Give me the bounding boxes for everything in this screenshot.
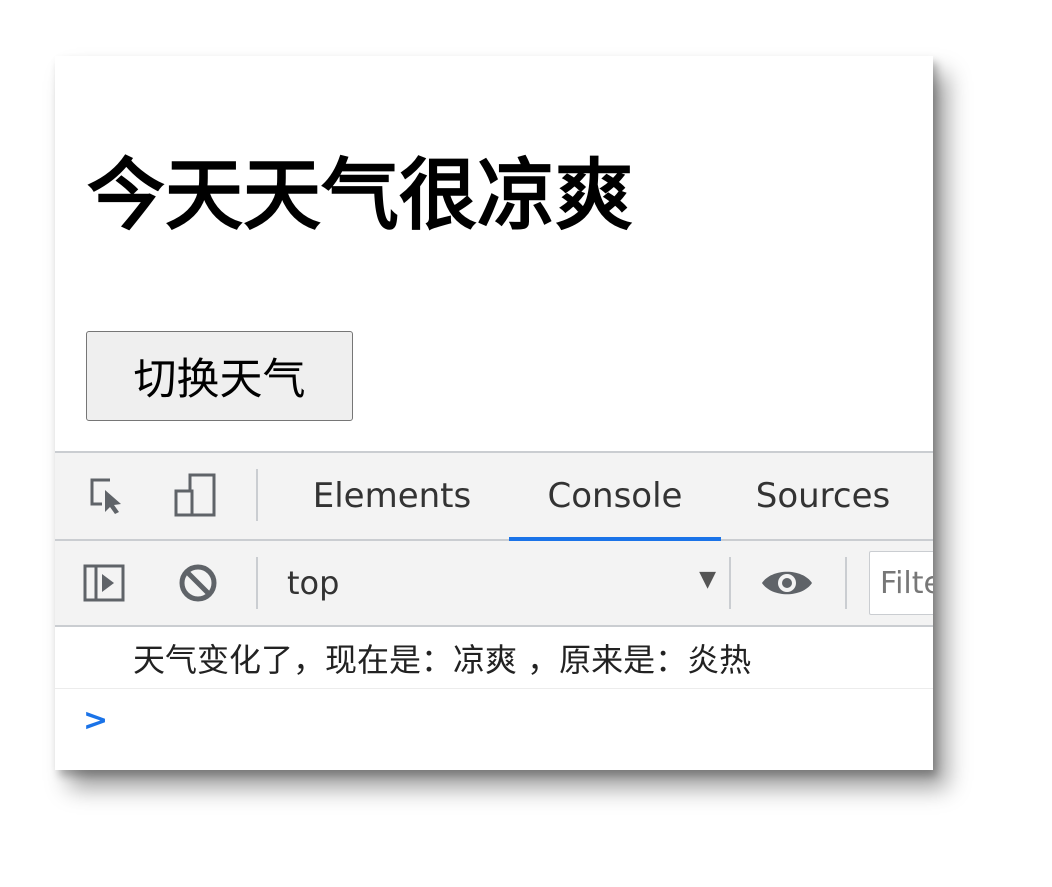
page-heading: 今天天气很凉爽 [87, 151, 634, 241]
console-log-message: 天气变化了，现在是：凉爽 ，原来是：炎热 [55, 627, 933, 689]
toggle-weather-button[interactable]: 切换天气 [86, 331, 353, 421]
tab-sources[interactable]: Sources [743, 453, 903, 539]
toolbar-separator-2 [729, 557, 731, 609]
devtools-panel: Elements Console Sources top ▼ Filter 天气… [55, 451, 933, 770]
toolbar-separator-3 [845, 557, 847, 609]
clear-console-icon[interactable] [173, 559, 223, 607]
tab-console[interactable]: Console [509, 453, 721, 541]
live-expression-eye-icon[interactable] [755, 559, 819, 607]
console-filter-input[interactable] [869, 551, 933, 615]
console-toolbar: top ▼ [55, 541, 933, 627]
browser-window: 今天天气很凉爽 切换天气 Elements Console Sources to… [55, 56, 933, 770]
tabbar-separator [256, 469, 258, 521]
toolbar-separator-1 [256, 557, 258, 609]
devtools-tab-bar: Elements Console Sources [55, 453, 933, 541]
tab-elements[interactable]: Elements [297, 453, 487, 539]
inspect-element-icon[interactable] [83, 471, 133, 521]
screenshot-stage: 今天天气很凉爽 切换天气 Elements Console Sources to… [0, 0, 1052, 887]
console-prompt[interactable]: > [55, 690, 933, 750]
device-toolbar-icon[interactable] [167, 469, 223, 523]
context-selector-label: top [287, 564, 340, 602]
dropdown-arrow-icon: ▼ [699, 567, 716, 592]
console-sidebar-icon[interactable] [79, 559, 129, 607]
console-prompt-chevron-icon: > [83, 702, 109, 738]
context-selector[interactable]: top ▼ [287, 541, 730, 625]
